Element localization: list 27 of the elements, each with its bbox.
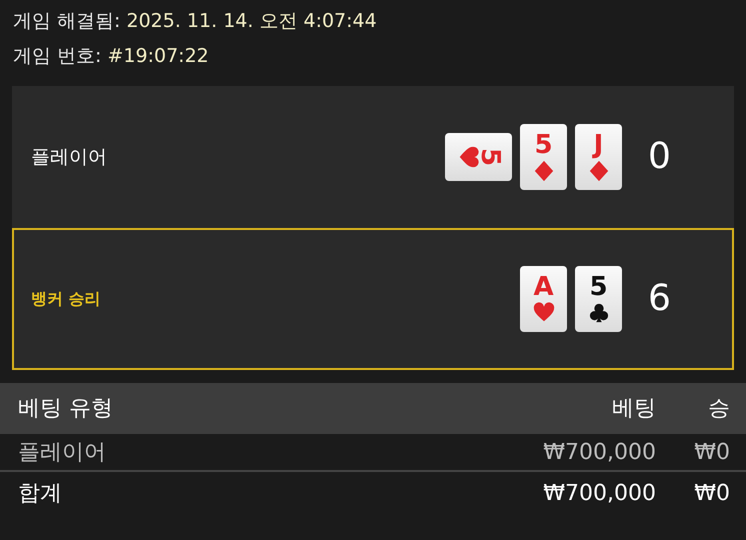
- diamond-icon: [588, 160, 610, 182]
- total-cell-text: ₩0: [693, 480, 730, 508]
- hand-score: 6: [647, 277, 672, 321]
- heart-icon: [457, 146, 480, 168]
- table-cell-text: ₩0: [693, 438, 730, 466]
- club-icon: [588, 302, 610, 324]
- total-cell-text: ₩700,000: [542, 480, 656, 508]
- hand-score: 0: [647, 135, 672, 179]
- game-number: #19:07:22: [108, 45, 209, 67]
- column-header: 승: [707, 395, 730, 423]
- playing-card: 5: [575, 266, 622, 332]
- resolved-label: 게임 해결됨:: [13, 10, 120, 32]
- playing-card: J: [575, 124, 622, 190]
- resolved-time: 2025. 11. 14. 오전 4:07:44: [126, 10, 377, 32]
- column-header: 베팅: [611, 395, 656, 423]
- hand-label: 뱅커 승리: [30, 288, 102, 310]
- playing-card: A: [520, 266, 567, 332]
- playing-card: 5: [445, 133, 512, 181]
- playing-card: 5: [520, 124, 567, 190]
- column-header: 베팅 유형: [18, 395, 114, 423]
- table-cell-text: ₩700,000: [542, 438, 656, 466]
- game-number-label: 게임 번호:: [13, 45, 102, 67]
- table-cell-text: 플레이어: [18, 438, 107, 466]
- hand-label: 플레이어: [30, 144, 108, 170]
- heart-icon: [532, 302, 554, 324]
- diamond-icon: [532, 160, 554, 182]
- total-cell-text: 합계: [18, 480, 63, 508]
